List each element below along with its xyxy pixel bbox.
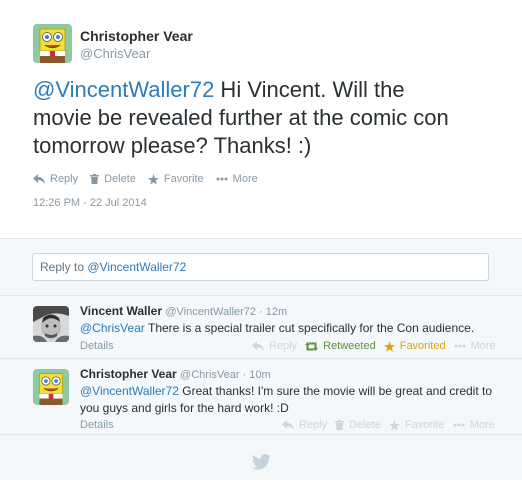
reply-icon	[282, 420, 294, 430]
tweet-text-line: movie be revealed further at the comic c…	[33, 105, 449, 130]
details-link[interactable]: Details	[80, 419, 114, 431]
avatar[interactable]	[33, 24, 72, 63]
tweet-actions: Reply Delete Favorite More	[33, 171, 270, 187]
favorite-label: Favorite	[404, 419, 445, 431]
mention-link[interactable]: @ChrisVear	[80, 321, 145, 335]
reply-button[interactable]: Reply	[282, 419, 327, 431]
tweet-text-line: tomorrow please? Thanks! :)	[33, 133, 312, 158]
more-button[interactable]: More	[453, 419, 495, 431]
reply-input-mention: @VincentWaller72	[87, 260, 187, 274]
tweet-author-name[interactable]: Christopher Vear	[80, 28, 193, 44]
more-label: More	[469, 419, 495, 431]
avatar[interactable]	[33, 369, 69, 405]
trash-icon	[90, 174, 100, 184]
delete-button[interactable]: Delete	[90, 173, 136, 185]
favorite-label: Favorite	[163, 173, 204, 185]
reply-author-name: Christopher Vear	[80, 367, 177, 381]
reply-tweet[interactable]: Vincent Waller @VincentWaller72 · 12m @C…	[0, 295, 522, 358]
tweet-timestamp[interactable]: 12:26 PM - 22 Jul 2014	[33, 197, 147, 209]
reply-author-meta: @VincentWaller72 · 12m	[165, 306, 288, 318]
reply-author[interactable]: Vincent Waller @VincentWaller72 · 12m	[80, 304, 287, 318]
more-icon	[216, 177, 228, 181]
reply-button[interactable]: Reply	[33, 173, 78, 185]
main-tweet: Christopher Vear @ChrisVear @VincentWall…	[0, 0, 522, 238]
reply-input[interactable]: Reply to @VincentWaller72	[32, 253, 489, 281]
reply-text-body: Great thanks! I'm sure the movie will be…	[178, 384, 493, 398]
reply-author-name: Vincent Waller	[80, 304, 163, 318]
delete-label: Delete	[104, 173, 136, 185]
star-icon	[383, 340, 395, 352]
reply-label: Reply	[299, 419, 328, 431]
reply-button[interactable]: Reply	[252, 340, 297, 352]
delete-button[interactable]: Delete	[335, 419, 381, 431]
reply-tweet[interactable]: Christopher Vear @ChrisVear · 10m @Vince…	[0, 358, 522, 434]
more-icon	[454, 344, 466, 348]
more-button[interactable]: More	[216, 173, 258, 185]
replies-section: Reply to @VincentWaller72 Vincent Waller…	[0, 238, 522, 480]
tweet-text-line: Hi Vincent. Will the	[214, 77, 405, 102]
favorited-label: Favorited	[399, 340, 446, 352]
trash-icon	[335, 420, 345, 430]
reply-label: Reply	[269, 340, 298, 352]
person-avatar-icon	[33, 306, 69, 342]
more-label: More	[232, 173, 258, 185]
avatar[interactable]	[33, 306, 69, 342]
retweet-icon	[305, 341, 319, 351]
reply-author[interactable]: Christopher Vear @ChrisVear · 10m	[80, 367, 271, 381]
reply-icon	[33, 174, 45, 184]
tweet-author-handle[interactable]: @ChrisVear	[80, 46, 150, 61]
star-icon	[388, 419, 400, 431]
retweet-button[interactable]: Retweeted	[305, 340, 376, 352]
more-button[interactable]: More	[454, 340, 496, 352]
more-icon	[453, 423, 465, 427]
reply-icon	[252, 341, 264, 351]
divider	[0, 434, 522, 435]
favorite-button[interactable]: Favorite	[147, 173, 204, 185]
reply-label: Reply	[50, 173, 79, 185]
reply-actions: Reply Delete Favorite More	[282, 419, 503, 431]
reply-text-body: There is a special trailer cut specifica…	[144, 321, 475, 335]
delete-label: Delete	[349, 419, 381, 431]
more-label: More	[470, 340, 496, 352]
reply-text: @VincentWaller72 Great thanks! I'm sure …	[80, 383, 510, 417]
reply-text-body: you guys and girls for the hard work! :D	[80, 401, 289, 415]
details-link[interactable]: Details	[80, 340, 114, 352]
mention-link[interactable]: @VincentWaller72	[80, 384, 179, 398]
favorite-button[interactable]: Favorite	[388, 419, 445, 431]
reply-author-meta: @ChrisVear · 10m	[180, 369, 271, 381]
tweet-text: @VincentWaller72 Hi Vincent. Will the mo…	[33, 76, 503, 160]
spongebob-avatar-icon	[33, 369, 69, 405]
reply-input-prefix: Reply to	[40, 260, 88, 274]
reply-text: @ChrisVear There is a special trailer cu…	[80, 320, 510, 337]
star-icon	[147, 173, 159, 185]
favorite-button[interactable]: Favorited	[383, 340, 446, 352]
spongebob-avatar-icon	[33, 24, 72, 63]
reply-actions: Reply Retweeted Favorited More	[252, 340, 504, 352]
twitter-bird-icon	[251, 454, 271, 470]
retweeted-label: Retweeted	[323, 340, 376, 352]
mention-link[interactable]: @VincentWaller72	[33, 77, 214, 102]
